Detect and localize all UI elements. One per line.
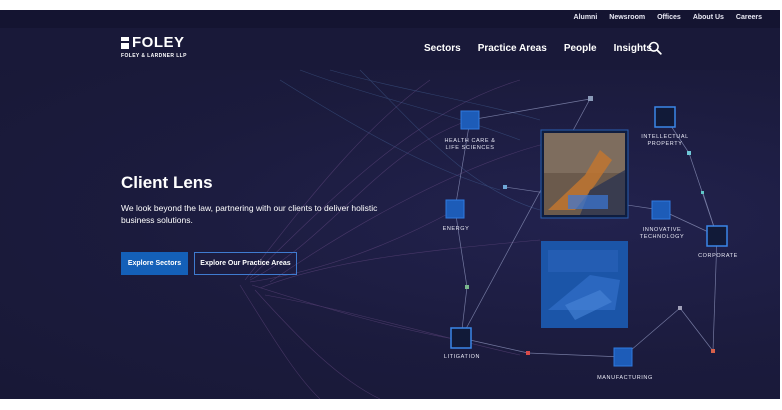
website: Alumni Newsroom Offices About Us Careers… (0, 10, 780, 399)
node-label-manufacturing: MANUFACTURING (597, 375, 653, 381)
node-label-intellectual-property: INTELLECTUAL PROPERTY (641, 134, 689, 147)
hero-title: Client Lens (121, 173, 213, 192)
hero-description: We look beyond the law, partnering with … (121, 203, 378, 225)
node-label-energy: ENERGY (442, 226, 470, 232)
network-graphic (239, 69, 728, 399)
node-label-litigation: LITIGATION (443, 354, 481, 360)
node-label-health-care: HEALTH CARE & LIFE SCIENCES (444, 138, 496, 151)
explore-sectors-button[interactable]: Explore Sectors (121, 252, 188, 275)
explore-practice-areas-button[interactable]: Explore Our Practice Areas (194, 252, 297, 275)
node-label-corporate: CORPORATE (698, 253, 738, 259)
page: Alumni Newsroom Offices About Us Careers… (0, 0, 782, 410)
node-label-innovative-technology: INNOVATIVE TECHNOLOGY (639, 227, 685, 240)
